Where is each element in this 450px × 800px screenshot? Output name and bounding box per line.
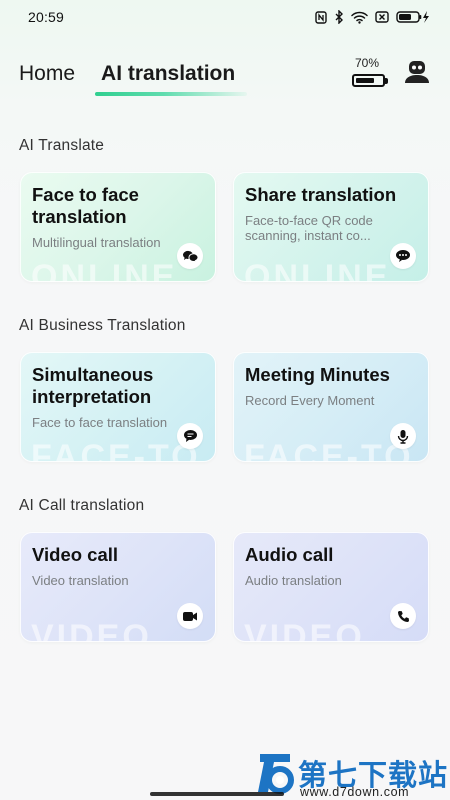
- device-battery-level: [356, 78, 374, 83]
- status-time: 20:59: [28, 9, 65, 25]
- sim-off-icon: [375, 11, 389, 23]
- card-watermark: ONLINE: [244, 258, 391, 282]
- device-battery-tip: [385, 78, 388, 84]
- device-battery[interactable]: 70%: [352, 56, 390, 89]
- tab-ai-translation[interactable]: AI translation: [95, 62, 248, 96]
- nav-right: 70%: [352, 56, 432, 90]
- device-battery-percent: 70%: [355, 56, 380, 70]
- card-title: Meeting Minutes: [245, 364, 390, 385]
- home-indicator[interactable]: [150, 792, 284, 796]
- wifi-icon: [351, 11, 368, 24]
- share-chat-icon: [390, 243, 416, 269]
- card-audio-call[interactable]: VIDEO Audio call Audio translation: [233, 532, 429, 642]
- top-nav: Home AI translation 70%: [0, 52, 450, 96]
- card-watermark: ONLINE: [31, 258, 178, 282]
- card-subtitle: Face-to-face QR code scanning, instant c…: [245, 213, 373, 243]
- card-simultaneous-interpretation[interactable]: FACE-TO Simultaneous interpretation Face…: [20, 352, 216, 462]
- card-title: Face to face translation: [32, 184, 139, 227]
- card-subtitle: Face to face translation: [32, 415, 168, 430]
- chat-bubbles-icon: [177, 243, 203, 269]
- card-title: Simultaneous interpretation: [32, 364, 154, 407]
- tab-ai-translation-label: AI translation: [101, 62, 236, 85]
- card-subtitle: Video translation: [32, 573, 129, 588]
- card-watermark: FACE-TO: [244, 438, 414, 462]
- card-meeting-minutes[interactable]: FACE-TO Meeting Minutes Record Every Mom…: [233, 352, 429, 462]
- card-subtitle: Record Every Moment: [245, 393, 375, 408]
- card-title: Share translation: [245, 184, 397, 205]
- card-title: Video call: [32, 544, 119, 565]
- site-watermark-logo: [258, 754, 294, 794]
- phone-icon: [390, 603, 416, 629]
- card-title: Audio call: [245, 544, 334, 565]
- site-watermark-url: www.d7down.com: [300, 785, 410, 799]
- bluetooth-icon: [334, 10, 344, 24]
- battery-charging-icon: [396, 10, 430, 24]
- card-face-to-face-translation[interactable]: ONLINE Face to face translation Multilin…: [20, 172, 216, 282]
- card-watermark: FACE-TO: [31, 438, 201, 462]
- section-title-ai-business-translation: AI Business Translation: [19, 317, 186, 334]
- robot-icon[interactable]: [402, 59, 432, 90]
- message-icon: [177, 423, 203, 449]
- card-subtitle: Multilingual translation: [32, 235, 161, 250]
- tab-home[interactable]: Home: [19, 62, 75, 86]
- device-battery-icon: [352, 74, 385, 87]
- status-bar: 20:59: [0, 0, 450, 34]
- section-title-ai-translate: AI Translate: [19, 137, 105, 154]
- card-share-translation[interactable]: ONLINE Share translation Face-to-face QR…: [233, 172, 429, 282]
- card-video-call[interactable]: VIDEO Video call Video translation: [20, 532, 216, 642]
- active-tab-indicator: [95, 92, 248, 96]
- card-subtitle: Audio translation: [245, 573, 342, 588]
- video-camera-icon: [177, 603, 203, 629]
- card-watermark: VIDEO: [244, 618, 365, 642]
- nfc-icon: [315, 10, 327, 24]
- microphone-icon: [390, 423, 416, 449]
- status-icons: [315, 10, 430, 24]
- section-title-ai-call-translation: AI Call translation: [19, 497, 145, 514]
- card-watermark: VIDEO: [31, 618, 152, 642]
